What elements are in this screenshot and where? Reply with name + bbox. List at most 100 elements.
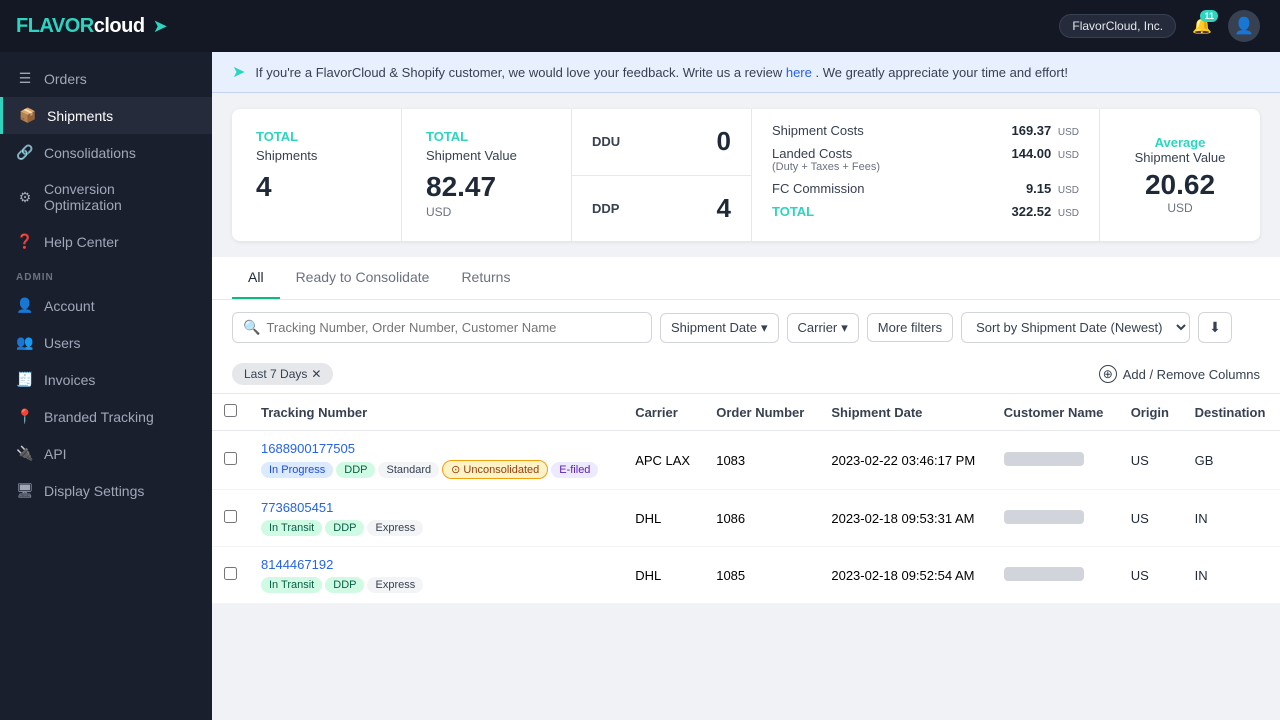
tab-returns[interactable]: Returns [445, 257, 526, 299]
landed-costs-label: Landed Costs (Duty + Taxes + Fees) [772, 146, 880, 173]
conversion-icon: ⚙ [16, 189, 34, 206]
row-tracking-cell: 8144467192 In TransitDDPExpress [249, 547, 623, 604]
filter-chips-row: Last 7 Days ✕ ⊕ Add / Remove Columns [212, 355, 1280, 394]
page-content: ➤ If you're a FlavorCloud & Shopify cust… [212, 52, 1280, 720]
total-value-sub-label: Shipment Value [426, 148, 547, 163]
company-selector[interactable]: FlavorCloud, Inc. [1059, 14, 1176, 38]
fc-commission-usd: USD [1058, 185, 1079, 196]
customer-name-blurred [1004, 452, 1084, 466]
sidebar-item-orders[interactable]: ☰ Orders [0, 60, 212, 97]
avatar-icon: 👤 [1234, 16, 1254, 36]
ddu-label: DDU [592, 134, 620, 149]
shipment-costs-usd: USD [1058, 127, 1079, 138]
total-costs-row: TOTAL 322.52 USD [772, 204, 1079, 219]
add-remove-columns-button[interactable]: ⊕ Add / Remove Columns [1099, 365, 1260, 383]
shipment-date-filter[interactable]: Shipment Date ▾ [660, 313, 779, 343]
badge-ddp: DDP [325, 577, 364, 593]
average-section: Average Shipment Value 20.62 USD [1100, 109, 1260, 241]
sidebar-item-conversion[interactable]: ⚙ Conversion Optimization [0, 171, 212, 223]
sidebar-item-account[interactable]: 👤 Account [0, 287, 212, 324]
logo: FLAVORcloud ➤ [0, 0, 212, 52]
select-all-checkbox[interactable] [224, 404, 237, 417]
tracking-link-2[interactable]: 8144467192 [261, 557, 611, 572]
total-costs-value: 322.52 [1011, 204, 1051, 219]
search-input[interactable] [266, 320, 641, 335]
badge-ddp: DDP [336, 462, 375, 478]
shipment-costs-row: Shipment Costs 169.37 USD [772, 123, 1079, 138]
carrier-filter[interactable]: Carrier ▾ [787, 313, 859, 343]
fc-commission-row: FC Commission 9.15 USD [772, 181, 1079, 196]
row-checkbox-2[interactable] [224, 567, 237, 580]
header-customer-name: Customer Name [992, 394, 1119, 431]
last-7-days-chip[interactable]: Last 7 Days ✕ [232, 363, 333, 385]
row-checkbox-cell [212, 490, 249, 547]
topbar: FlavorCloud, Inc. 🔔 11 👤 [212, 0, 1280, 52]
shipments-icon: 📦 [19, 107, 37, 124]
tracking-link-1[interactable]: 7736805451 [261, 500, 611, 515]
tabs-section: All Ready to Consolidate Returns [212, 257, 1280, 300]
api-icon: 🔌 [16, 445, 34, 462]
chevron-down-icon: ▾ [761, 320, 768, 336]
sidebar-item-display[interactable]: 🖥 Display Settings [0, 472, 212, 509]
search-box: 🔍 [232, 312, 652, 343]
ddp-label: DDP [592, 201, 619, 216]
row-origin-cell: US [1119, 547, 1183, 604]
banner-link[interactable]: here [786, 65, 812, 80]
ddu-value: 0 [717, 126, 731, 157]
row-date-cell: 2023-02-18 09:53:31 AM [819, 490, 991, 547]
tracking-link-0[interactable]: 1688900177505 [261, 441, 611, 456]
more-filters-button[interactable]: More filters [867, 313, 953, 342]
row-origin-cell: US [1119, 431, 1183, 490]
invoices-icon: 🧾 [16, 371, 34, 388]
total-shipments-card: TOTAL Shipments 4 [232, 109, 402, 241]
average-value: 20.62 [1145, 169, 1215, 201]
total-value-top-label: TOTAL [426, 129, 547, 144]
costs-section: Shipment Costs 169.37 USD Landed Costs (… [752, 109, 1100, 241]
ddp-card: DDP 4 [572, 176, 751, 242]
banner-text: If you're a FlavorCloud & Shopify custom… [255, 65, 1068, 80]
sidebar-item-label: Account [44, 298, 95, 314]
logo-arrow-icon: ➤ [153, 16, 168, 37]
total-value-usd: USD [426, 205, 547, 219]
orders-icon: ☰ [16, 70, 34, 87]
tab-all[interactable]: All [232, 257, 280, 299]
sidebar-item-label: API [44, 446, 67, 462]
row-customer-cell [992, 490, 1119, 547]
notifications-button[interactable]: 🔔 11 [1192, 16, 1212, 36]
badge-efiled: E-filed [551, 462, 598, 478]
sidebar-item-invoices[interactable]: 🧾 Invoices [0, 361, 212, 398]
ddu-card: DDU 0 [572, 109, 751, 176]
sidebar-navigation: ☰ Orders 📦 Shipments 🔗 Consolidations ⚙ … [0, 52, 212, 720]
sidebar-item-consolidations[interactable]: 🔗 Consolidations [0, 134, 212, 171]
badge-express: Express [367, 520, 423, 536]
user-avatar[interactable]: 👤 [1228, 10, 1260, 42]
badge-express: Express [367, 577, 423, 593]
sidebar-item-shipments[interactable]: 📦 Shipments [0, 97, 212, 134]
landed-costs-row: Landed Costs (Duty + Taxes + Fees) 144.0… [772, 146, 1079, 173]
sidebar-item-help[interactable]: ❓ Help Center [0, 223, 212, 260]
admin-section-label: ADMIN [0, 260, 212, 287]
row-origin-cell: US [1119, 490, 1183, 547]
total-value-number: 82.47 [426, 171, 547, 203]
ddp-value: 4 [717, 193, 731, 224]
tab-ready[interactable]: Ready to Consolidate [280, 257, 446, 299]
row-destination-cell: GB [1183, 431, 1280, 490]
header-checkbox-col [212, 394, 249, 431]
consolidations-icon: 🔗 [16, 144, 34, 161]
row-checkbox-1[interactable] [224, 510, 237, 523]
sort-select[interactable]: Sort by Shipment Date (Newest) [961, 312, 1190, 343]
sidebar-item-users[interactable]: 👥 Users [0, 324, 212, 361]
shipments-table: Tracking Number Carrier Order Number Shi… [212, 394, 1280, 604]
display-icon: 🖥 [16, 482, 34, 499]
header-tracking-number: Tracking Number [249, 394, 623, 431]
row-checkbox-0[interactable] [224, 452, 237, 465]
sidebar-item-label: Users [44, 335, 81, 351]
sidebar-item-branded[interactable]: 📍 Branded Tracking [0, 398, 212, 435]
filters-section: 🔍 Shipment Date ▾ Carrier ▾ More filters… [212, 300, 1280, 355]
main-content: FlavorCloud, Inc. 🔔 11 👤 ➤ If you're a F… [212, 0, 1280, 720]
sidebar-item-api[interactable]: 🔌 API [0, 435, 212, 472]
total-value-card: TOTAL Shipment Value 82.47 USD [402, 109, 572, 241]
header-shipment-date: Shipment Date [819, 394, 991, 431]
download-button[interactable]: ⬇ [1198, 312, 1232, 343]
sidebar-item-label: Consolidations [44, 145, 136, 161]
